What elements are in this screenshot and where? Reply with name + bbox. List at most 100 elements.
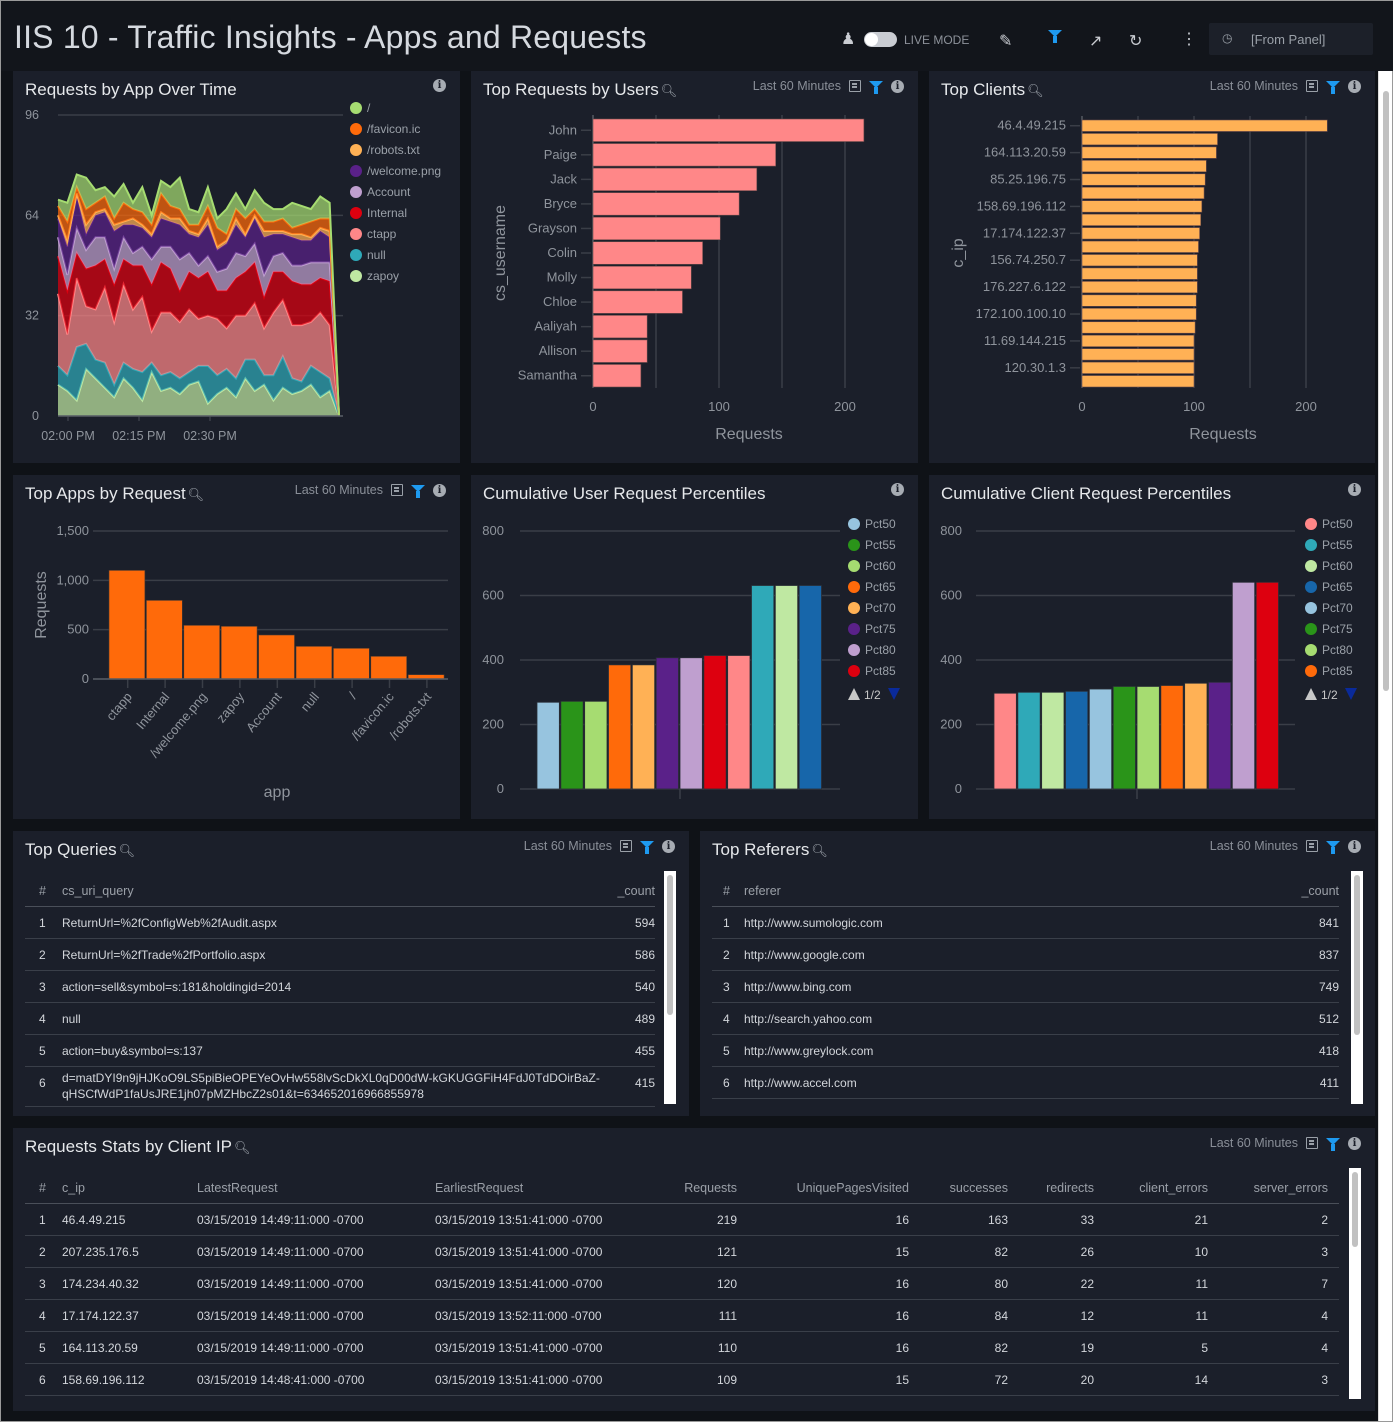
info-icon[interactable]: i (1348, 839, 1361, 853)
bar[interactable] (1081, 186, 1205, 199)
bar[interactable] (592, 118, 865, 142)
legend-swatch[interactable] (350, 123, 362, 135)
legend-swatch[interactable] (848, 602, 860, 614)
column-header-servererrors[interactable]: server_errors (1254, 1181, 1328, 1195)
bar[interactable] (1081, 173, 1206, 186)
legend-swatch[interactable] (350, 165, 362, 177)
bar[interactable] (220, 626, 258, 680)
bar[interactable] (592, 192, 740, 216)
bar-series[interactable] (1231, 581, 1256, 790)
table-scrollbar-thumb[interactable] (667, 875, 673, 1015)
filter-icon[interactable] (1326, 1137, 1340, 1151)
legend-swatch[interactable] (350, 270, 362, 282)
library-icon[interactable] (620, 840, 632, 852)
column-header-cip[interactable]: c_ip (62, 1181, 85, 1195)
bar[interactable] (370, 656, 407, 680)
bar-pct65[interactable] (1065, 690, 1089, 790)
bar-series[interactable] (727, 655, 751, 790)
zoom-search-icon[interactable]: 🔍︎ (234, 1140, 251, 1155)
bar-pct55[interactable] (560, 700, 584, 790)
bar[interactable] (1081, 308, 1197, 321)
column-header-uniquepagesvisited[interactable]: UniquePagesVisited (797, 1181, 909, 1195)
table-row[interactable]: 1 ReturnUrl=%2fConfigWeb%2fAudit.aspx 594 (25, 907, 655, 939)
bar[interactable] (1081, 200, 1203, 213)
bar[interactable] (592, 241, 703, 265)
bar[interactable] (592, 167, 758, 191)
column-header-csuriquery[interactable]: cs_uri_query (62, 884, 134, 898)
legend-swatch[interactable] (848, 560, 860, 572)
bar-pct85[interactable] (703, 655, 727, 790)
bar[interactable] (592, 216, 721, 241)
column-header-clienterrors[interactable]: client_errors (1139, 1181, 1208, 1195)
bar[interactable] (146, 600, 183, 680)
bar[interactable] (1081, 281, 1198, 294)
table-row[interactable]: 2 ReturnUrl=%2fTrade%2fPortfolio.aspx 586 (25, 939, 655, 971)
column-header-[interactable]: # (39, 1181, 46, 1195)
legend-swatch[interactable] (848, 581, 860, 593)
legend-swatch[interactable] (350, 144, 362, 156)
bar[interactable] (592, 290, 683, 314)
table-scrollbar-thumb[interactable] (1352, 1172, 1358, 1247)
bar[interactable] (333, 648, 370, 680)
bar[interactable] (1081, 160, 1207, 173)
column-header-count[interactable]: _count (617, 884, 655, 898)
column-header-latestrequest[interactable]: LatestRequest (197, 1181, 278, 1195)
table-row[interactable]: 5 http://www.greylock.com 418 (712, 1035, 1339, 1067)
table-row[interactable]: 4 http://search.yahoo.com 512 (712, 1003, 1339, 1035)
bar-pct75[interactable] (1112, 686, 1136, 790)
legend-page-down-icon[interactable] (1345, 688, 1357, 700)
table-scrollbar[interactable] (1349, 1168, 1361, 1399)
bar[interactable] (295, 646, 333, 680)
bar-pct50[interactable] (993, 692, 1017, 790)
bar[interactable] (1081, 348, 1195, 361)
table-row[interactable]: 5 action=buy&symbol=s:137 455 (25, 1035, 655, 1067)
table-row[interactable]: 3 http://www.bing.com 749 (712, 971, 1339, 1003)
bar-pct75[interactable] (655, 657, 679, 790)
legend-swatch[interactable] (848, 665, 860, 677)
legend-swatch[interactable] (1305, 560, 1317, 572)
legend-page-down-icon[interactable] (888, 688, 900, 700)
bar[interactable] (1081, 146, 1217, 159)
table-row[interactable]: 3 action=sell&symbol=s:181&holdingid=2014… (25, 971, 655, 1003)
table-row[interactable]: 6 158.69.196.112 03/15/2019 14:48:41:000 -… (25, 1364, 1339, 1396)
filter-icon[interactable] (1048, 30, 1062, 54)
bar[interactable] (1081, 119, 1328, 132)
table-row[interactable]: 2 http://www.google.com 837 (712, 939, 1339, 971)
legend-swatch[interactable] (848, 623, 860, 635)
library-icon[interactable] (1306, 840, 1318, 852)
filter-icon[interactable] (640, 840, 654, 854)
bar[interactable] (592, 265, 692, 290)
library-icon[interactable] (1306, 1137, 1318, 1149)
legend-swatch[interactable] (1305, 581, 1317, 593)
column-header-redirects[interactable]: redirects (1046, 1181, 1094, 1195)
bar[interactable] (1081, 267, 1198, 280)
bar-pct85[interactable] (1160, 685, 1184, 790)
table-scrollbar[interactable] (1351, 871, 1363, 1104)
legend-page-up-icon[interactable] (848, 688, 860, 700)
table-row[interactable]: 1 46.4.49.215 03/15/2019 14:49:11:000 -070… (25, 1204, 1339, 1236)
legend-swatch[interactable] (1305, 518, 1317, 530)
table-row[interactable]: 5 164.113.20.59 03/15/2019 14:49:11:000 -0… (25, 1332, 1339, 1364)
table-row[interactable]: 1 http://www.sumologic.com 841 (712, 907, 1339, 939)
refresh-icon[interactable]: ↻ (1129, 31, 1142, 51)
legend-swatch[interactable] (350, 228, 362, 240)
filter-icon[interactable] (1326, 840, 1340, 854)
bar-pct50[interactable] (536, 701, 560, 790)
bar-pct80[interactable] (1136, 686, 1160, 790)
bar-pct80[interactable] (679, 657, 703, 790)
table-row[interactable]: 6 d=matDYI9n9jHJKoO9LS5piBieOPEYeOvHw558l… (25, 1067, 655, 1107)
zoom-search-icon[interactable]: 🔍︎ (811, 843, 828, 858)
bar[interactable] (108, 570, 146, 680)
column-header-referer[interactable]: referer (744, 884, 781, 898)
legend-swatch[interactable] (848, 518, 860, 530)
legend-swatch[interactable] (1305, 665, 1317, 677)
column-header-[interactable]: # (723, 884, 730, 898)
legend-swatch[interactable] (350, 207, 362, 219)
bar[interactable] (592, 143, 776, 167)
table-scrollbar-thumb[interactable] (1354, 875, 1360, 1035)
table-row[interactable]: 3 174.234.40.32 03/15/2019 14:49:11:000 -0… (25, 1268, 1339, 1300)
bar-series[interactable] (1255, 581, 1279, 790)
page-scrollbar-thumb[interactable] (1383, 91, 1389, 691)
legend-swatch[interactable] (350, 186, 362, 198)
bar-pct60[interactable] (584, 700, 608, 790)
